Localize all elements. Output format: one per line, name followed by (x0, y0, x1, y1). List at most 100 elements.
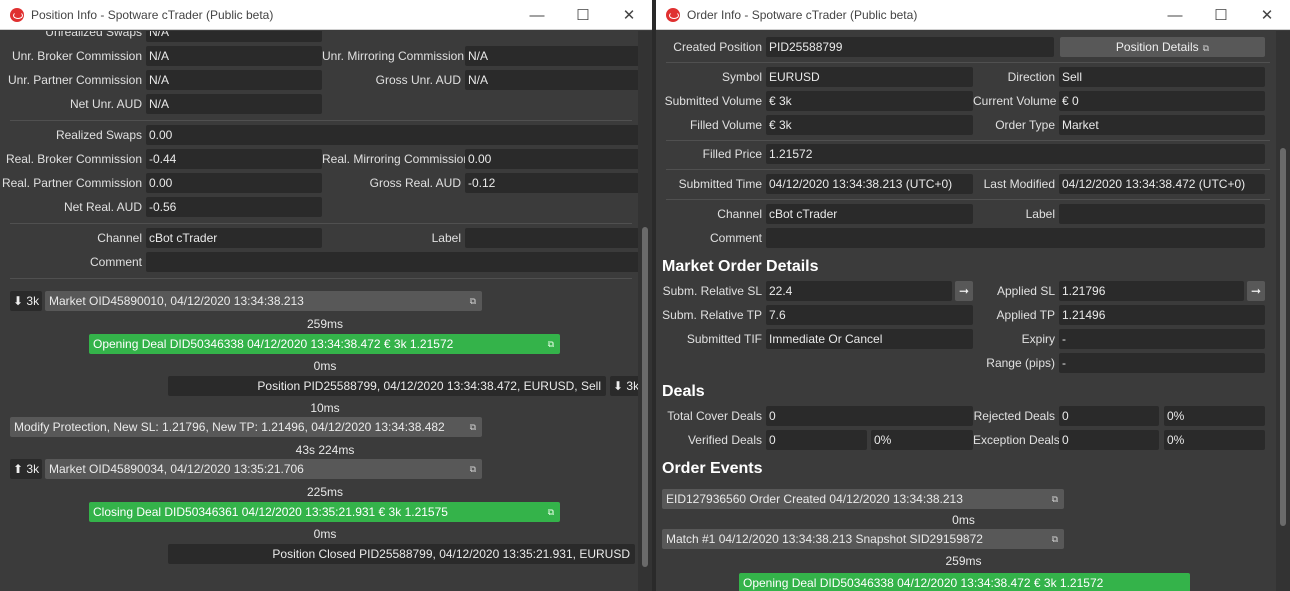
label-field[interactable] (1059, 204, 1265, 224)
maximize-button[interactable]: ☐ (560, 0, 606, 30)
external-link-icon[interactable]: ⧉ (470, 291, 476, 311)
unrealized-swaps-label: Unrealized Swaps (45, 31, 142, 39)
subm-relative-sl-field: 22.4 (766, 281, 952, 301)
external-link-icon[interactable]: ⧉ (1052, 489, 1058, 509)
exception-deals-pct: 0% (1164, 430, 1265, 450)
rejected-deals-field: 0 (1059, 406, 1159, 426)
real-partner-commission-field: 0.00 (146, 173, 322, 193)
vertical-scrollbar[interactable] (638, 31, 652, 591)
unr-broker-commission-field: N/A (146, 46, 322, 66)
submitted-time-field: 04/12/2020 13:34:38.213 (UTC+0) (766, 174, 973, 194)
channel-field: cBot cTrader (146, 228, 322, 248)
external-link-icon[interactable]: ⧉ (1052, 529, 1058, 549)
event-position[interactable]: Position PID25588799, 04/12/2020 13:34:3… (168, 376, 606, 396)
position-info-content: Unrealized Swaps N/A Unr. Broker Commiss… (0, 31, 638, 591)
event-text: Opening Deal DID50346338 04/12/2020 13:3… (743, 576, 1104, 590)
order-info-titlebar[interactable]: Order Info - Spotware cTrader (Public be… (656, 0, 1290, 30)
subm-relative-tp-field: 7.6 (766, 305, 973, 325)
submitted-time-label: Submitted Time (678, 177, 762, 191)
minimize-button[interactable]: — (1152, 0, 1198, 30)
symbol-field: EURUSD (766, 67, 973, 87)
event-delay: 259ms (945, 554, 982, 568)
scrollbar-thumb[interactable] (642, 227, 648, 567)
comment-field[interactable] (146, 252, 638, 272)
separator (666, 62, 1270, 63)
label-field[interactable] (465, 228, 638, 248)
event-order-created[interactable]: EID127936560 Order Created 04/12/2020 13… (662, 489, 1064, 509)
channel-field: cBot cTrader (766, 204, 973, 224)
current-volume-label: Current Volume (973, 94, 1057, 108)
vertical-scrollbar[interactable] (1276, 31, 1290, 591)
event-position-closed[interactable]: Position Closed PID25588799, 04/12/2020 … (168, 544, 635, 564)
minimize-button[interactable]: — (514, 0, 560, 30)
order-type-field: Market (1059, 115, 1265, 135)
real-broker-commission-field: -0.44 (146, 149, 322, 169)
submitted-volume-label: Submitted Volume (664, 94, 762, 108)
channel-label: Channel (717, 207, 762, 221)
ctrader-logo-icon (10, 7, 24, 22)
direction-label: Direction (1007, 70, 1055, 84)
arrow-right-icon[interactable]: ➞ (955, 281, 973, 301)
rejected-deals-label: Rejected Deals (973, 409, 1055, 423)
event-delay: 0ms (952, 513, 975, 527)
applied-tp-label: Applied TP (996, 308, 1055, 322)
verified-deals-label: Verified Deals (687, 433, 762, 447)
applied-tp-field: 1.21496 (1059, 305, 1265, 325)
position-info-titlebar[interactable]: Position Info - Spotware cTrader (Public… (0, 0, 652, 30)
created-position-field: PID25588799 (766, 37, 1054, 57)
net-unr-field: N/A (146, 94, 322, 114)
event-modify-protection[interactable]: Modify Protection, New SL: 1.21796, New … (10, 417, 482, 437)
separator (10, 120, 632, 121)
real-mirroring-commission-field: 0.00 (465, 149, 638, 169)
applied-sl-label: Applied SL (996, 284, 1055, 298)
expiry-label: Expiry (1021, 332, 1055, 346)
gross-unr-field: N/A (465, 70, 638, 90)
order-info-content: Created Position PID25588799 Position De… (656, 31, 1276, 591)
event-text: Market OID45890034, 04/12/2020 13:35:21.… (49, 462, 304, 476)
verified-deals-field: 0 (766, 430, 867, 450)
event-match[interactable]: Match #1 04/12/2020 13:34:38.213 Snapsho… (662, 529, 1064, 549)
external-link-icon[interactable]: ⧉ (548, 334, 554, 354)
unr-partner-commission-field: N/A (146, 70, 322, 90)
exception-deals-field: 0 (1059, 430, 1159, 450)
event-text: Opening Deal DID50346338 04/12/2020 13:3… (93, 337, 454, 351)
event-volume-badge: ⬇ 3k (10, 291, 43, 311)
order-events-title: Order Events (662, 460, 763, 477)
market-order-details-title: Market Order Details (662, 258, 819, 275)
unr-broker-commission-label: Unr. Broker Commission (11, 49, 142, 63)
real-mirroring-commission-label: Real. Mirroring Commission (322, 152, 471, 166)
event-market-order[interactable]: Market OID45890034, 04/12/2020 13:35:21.… (45, 459, 482, 479)
close-button[interactable]: ✕ (1244, 0, 1290, 30)
event-delay: 43s 224ms (295, 443, 355, 457)
close-button[interactable]: ✕ (606, 0, 652, 30)
realized-swaps-field: 0.00 (146, 125, 638, 145)
event-market-order[interactable]: Market OID45890010, 04/12/2020 13:34:38.… (45, 291, 482, 311)
comment-field[interactable] (766, 228, 1265, 248)
event-closing-deal[interactable]: Closing Deal DID50346361 04/12/2020 13:3… (89, 502, 560, 522)
separator (10, 223, 632, 224)
event-text: Closing Deal DID50346361 04/12/2020 13:3… (93, 505, 448, 519)
submitted-tif-field: Immediate Or Cancel (766, 329, 973, 349)
gross-real-label: Gross Real. AUD (369, 176, 461, 190)
external-link-icon[interactable]: ⧉ (548, 502, 554, 522)
position-details-button[interactable]: Position Details ⧉ (1060, 37, 1265, 57)
event-volume-badge: ⬇ 3k (610, 376, 638, 396)
direction-field: Sell (1059, 67, 1265, 87)
total-cover-deals-label: Total Cover Deals (667, 409, 762, 423)
exception-deals-label: Exception Deals (973, 433, 1060, 447)
event-opening-deal[interactable]: Opening Deal DID50346338 04/12/2020 13:3… (89, 334, 560, 354)
position-info-window: Position Info - Spotware cTrader (Public… (0, 0, 652, 591)
event-opening-deal[interactable]: Opening Deal DID50346338 04/12/2020 13:3… (739, 573, 1190, 591)
maximize-button[interactable]: ☐ (1198, 0, 1244, 30)
filled-volume-field: € 3k (766, 115, 973, 135)
external-link-icon: ⧉ (1202, 43, 1210, 53)
arrow-right-icon[interactable]: ➞ (1247, 281, 1265, 301)
external-link-icon[interactable]: ⧉ (470, 417, 476, 437)
last-modified-field: 04/12/2020 13:34:38.472 (UTC+0) (1059, 174, 1265, 194)
range-pips-label: Range (pips) (986, 356, 1055, 370)
channel-label: Channel (97, 231, 142, 245)
created-position-label: Created Position (673, 40, 762, 54)
scrollbar-thumb[interactable] (1280, 148, 1286, 526)
external-link-icon[interactable]: ⧉ (470, 459, 476, 479)
subm-relative-sl-label: Subm. Relative SL (662, 284, 762, 298)
